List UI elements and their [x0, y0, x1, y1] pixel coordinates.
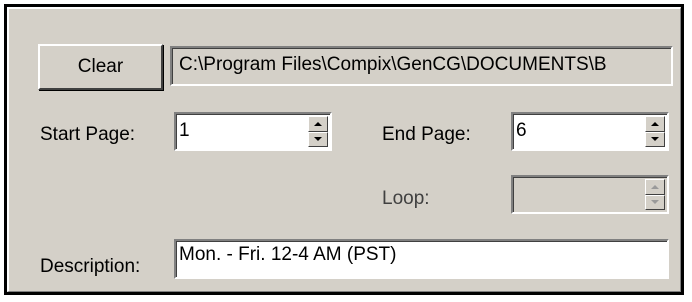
end-page-spinner[interactable] — [511, 112, 669, 151]
end-page-up-button[interactable] — [645, 116, 665, 132]
arrow-down-icon — [314, 137, 322, 142]
loop-up-button — [645, 179, 665, 195]
loop-spin-buttons — [645, 179, 665, 210]
end-page-input[interactable] — [516, 116, 616, 146]
page-settings-panel: Clear C:\Program Files\Compix\GenCG\DOCU… — [4, 4, 684, 295]
arrow-down-icon — [651, 137, 659, 142]
end-page-spin-buttons — [645, 116, 665, 147]
start-page-input[interactable] — [179, 116, 279, 146]
file-path-display: C:\Program Files\Compix\GenCG\DOCUMENTS\… — [170, 46, 673, 86]
arrow-up-icon — [651, 121, 659, 126]
arrow-down-icon — [651, 200, 659, 205]
start-page-up-button[interactable] — [308, 116, 328, 132]
start-page-spinner[interactable] — [174, 112, 332, 151]
loop-spinner — [511, 175, 669, 214]
arrow-up-icon — [314, 121, 322, 126]
end-page-down-button[interactable] — [645, 131, 665, 147]
clear-button[interactable]: Clear — [38, 44, 163, 90]
description-label: Description: — [40, 256, 141, 277]
arrow-up-icon — [651, 184, 659, 189]
start-page-down-button[interactable] — [308, 131, 328, 147]
loop-input — [516, 179, 616, 209]
description-input[interactable]: Mon. - Fri. 12-4 AM (PST) — [179, 244, 659, 274]
start-page-spin-buttons — [308, 116, 328, 147]
loop-label: Loop: — [382, 188, 430, 209]
panel-frame: Clear C:\Program Files\Compix\GenCG\DOCU… — [7, 7, 681, 292]
start-page-label: Start Page: — [40, 124, 136, 145]
loop-down-button — [645, 194, 665, 210]
description-field[interactable]: Mon. - Fri. 12-4 AM (PST) — [174, 239, 669, 279]
end-page-label: End Page: — [382, 124, 471, 145]
